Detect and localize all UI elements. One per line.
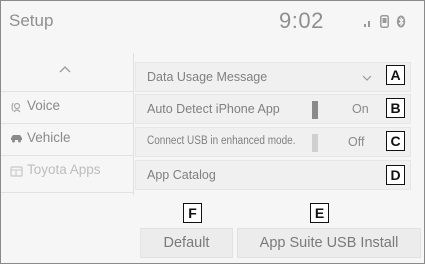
sidebar: Voice Vehicle Toyota Apps [1,51,133,263]
callout-f: F [183,203,202,223]
app-catalog-label: App Catalog [147,168,216,182]
app-suite-usb-install-button[interactable]: App Suite USB Install [237,228,421,258]
connect-usb-enhanced-row[interactable]: Connect USB in enhanced mode. Off [135,127,411,157]
data-usage-message-label: Data Usage Message [147,70,268,84]
clock: 9:02 [279,8,324,33]
page-title: Setup [9,11,54,30]
sidebar-item-toyota-apps[interactable]: Toyota Apps [1,155,133,193]
chevron-down-icon [362,75,372,81]
toggle-indicator-on [312,101,318,119]
phone-icon [380,15,389,28]
car-icon [11,135,22,143]
sidebar-item-label: Vehicle [27,130,71,145]
callout-a: A [386,65,405,85]
default-button[interactable]: Default [140,228,233,258]
header: Setup 9:02 [1,1,424,43]
sidebar-divider [133,53,134,195]
callout-b: B [386,98,405,118]
callout-e: E [310,203,329,223]
apps-icon [10,166,23,177]
toggle-indicator-off [312,134,318,152]
bluetooth-icon [396,15,406,28]
setup-screen: Setup 9:02 Voice Vehicle Toyota Apps Dat… [0,0,425,264]
signal-icon [364,20,370,27]
callout-d: D [386,165,405,185]
app-catalog-row[interactable]: App Catalog [135,160,411,190]
sidebar-item-voice[interactable]: Voice [1,91,133,123]
sidebar-item-vehicle[interactable]: Vehicle [1,123,133,155]
auto-detect-value: On [352,102,369,116]
chevron-up-icon [59,66,71,73]
callout-c: C [386,131,405,151]
auto-detect-iphone-row[interactable]: Auto Detect iPhone App On [135,94,411,124]
connect-usb-enhanced-label: Connect USB in enhanced mode. [147,135,296,147]
sidebar-item-label: Toyota Apps [27,162,101,177]
voice-icon [11,102,21,113]
data-usage-message-row[interactable]: Data Usage Message [135,62,411,92]
status-icons [363,15,406,28]
auto-detect-iphone-label: Auto Detect iPhone App [147,102,280,116]
scroll-up-button[interactable] [1,53,133,89]
connect-usb-value: Off [348,135,365,149]
sidebar-item-label: Voice [27,98,61,113]
